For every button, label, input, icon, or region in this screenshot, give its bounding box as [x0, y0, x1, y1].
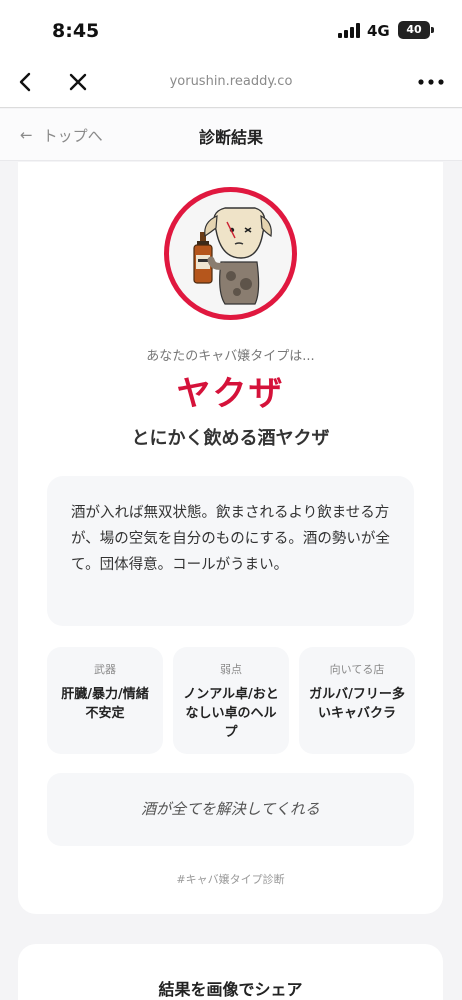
status-time: 8:45 — [52, 20, 100, 42]
signal-icon — [338, 23, 362, 38]
type-name: ヤクザ — [176, 374, 285, 414]
stat-label: 武器 — [94, 663, 116, 676]
back-chevron-icon[interactable] — [12, 68, 40, 96]
hashtag: #キャバ嬢タイプ診断 — [176, 873, 285, 886]
stat-value: ガルバ/フリー多いキャバクラ — [309, 687, 405, 721]
stat-weakness: 弱点 ノンアル卓/おとなしい卓のヘルプ — [173, 647, 289, 754]
stat-label: 向いてる店 — [329, 663, 385, 676]
status-bar: 8:45 4G 40 — [0, 0, 462, 58]
type-subtitle: とにかく飲める酒ヤクザ — [131, 428, 330, 449]
watermark-logo — [322, 958, 452, 998]
network-label: 4G — [367, 22, 390, 40]
description-box: 酒が入れば無双状態。飲まされるより飲ませる方が、場の空気を自分のものにする。酒の… — [47, 476, 414, 626]
stat-value: ノンアル卓/おとなしい卓のヘルプ — [183, 687, 279, 740]
description-text: 酒が入れば無双状態。飲まされるより飲ませる方が、場の空気を自分のものにする。酒の… — [71, 505, 390, 573]
app-header: ← トップへ 診断結果 — [0, 109, 462, 161]
type-intro: あなたのキャバ嬢タイプは... — [146, 349, 315, 364]
url-display[interactable]: yorushin.readdy.co — [120, 74, 342, 89]
more-icon[interactable] — [414, 70, 448, 94]
browser-bar: yorushin.readdy.co — [0, 58, 462, 108]
quote-box: 酒が全てを解決してくれる — [47, 773, 414, 846]
battery-icon: 40 — [398, 21, 430, 39]
character-illustration — [193, 207, 272, 305]
page-title: 診断結果 — [198, 128, 263, 147]
close-icon[interactable] — [64, 68, 92, 96]
battery-cap — [431, 27, 434, 33]
character-avatar — [164, 187, 297, 320]
quote-text: 酒が全てを解決してくれる — [141, 800, 320, 818]
result-card: あなたのキャバ嬢タイプは... ヤクザ とにかく飲める酒ヤクザ 酒が入れば無双状… — [18, 162, 443, 914]
stat-label: 弱点 — [220, 663, 242, 676]
stat-value: 肝臓/暴力/情緒不安定 — [61, 687, 149, 721]
stat-suitable-shop: 向いてる店 ガルバ/フリー多いキャバクラ — [299, 647, 415, 754]
stat-weapon: 武器 肝臓/暴力/情緒不安定 — [47, 647, 163, 754]
